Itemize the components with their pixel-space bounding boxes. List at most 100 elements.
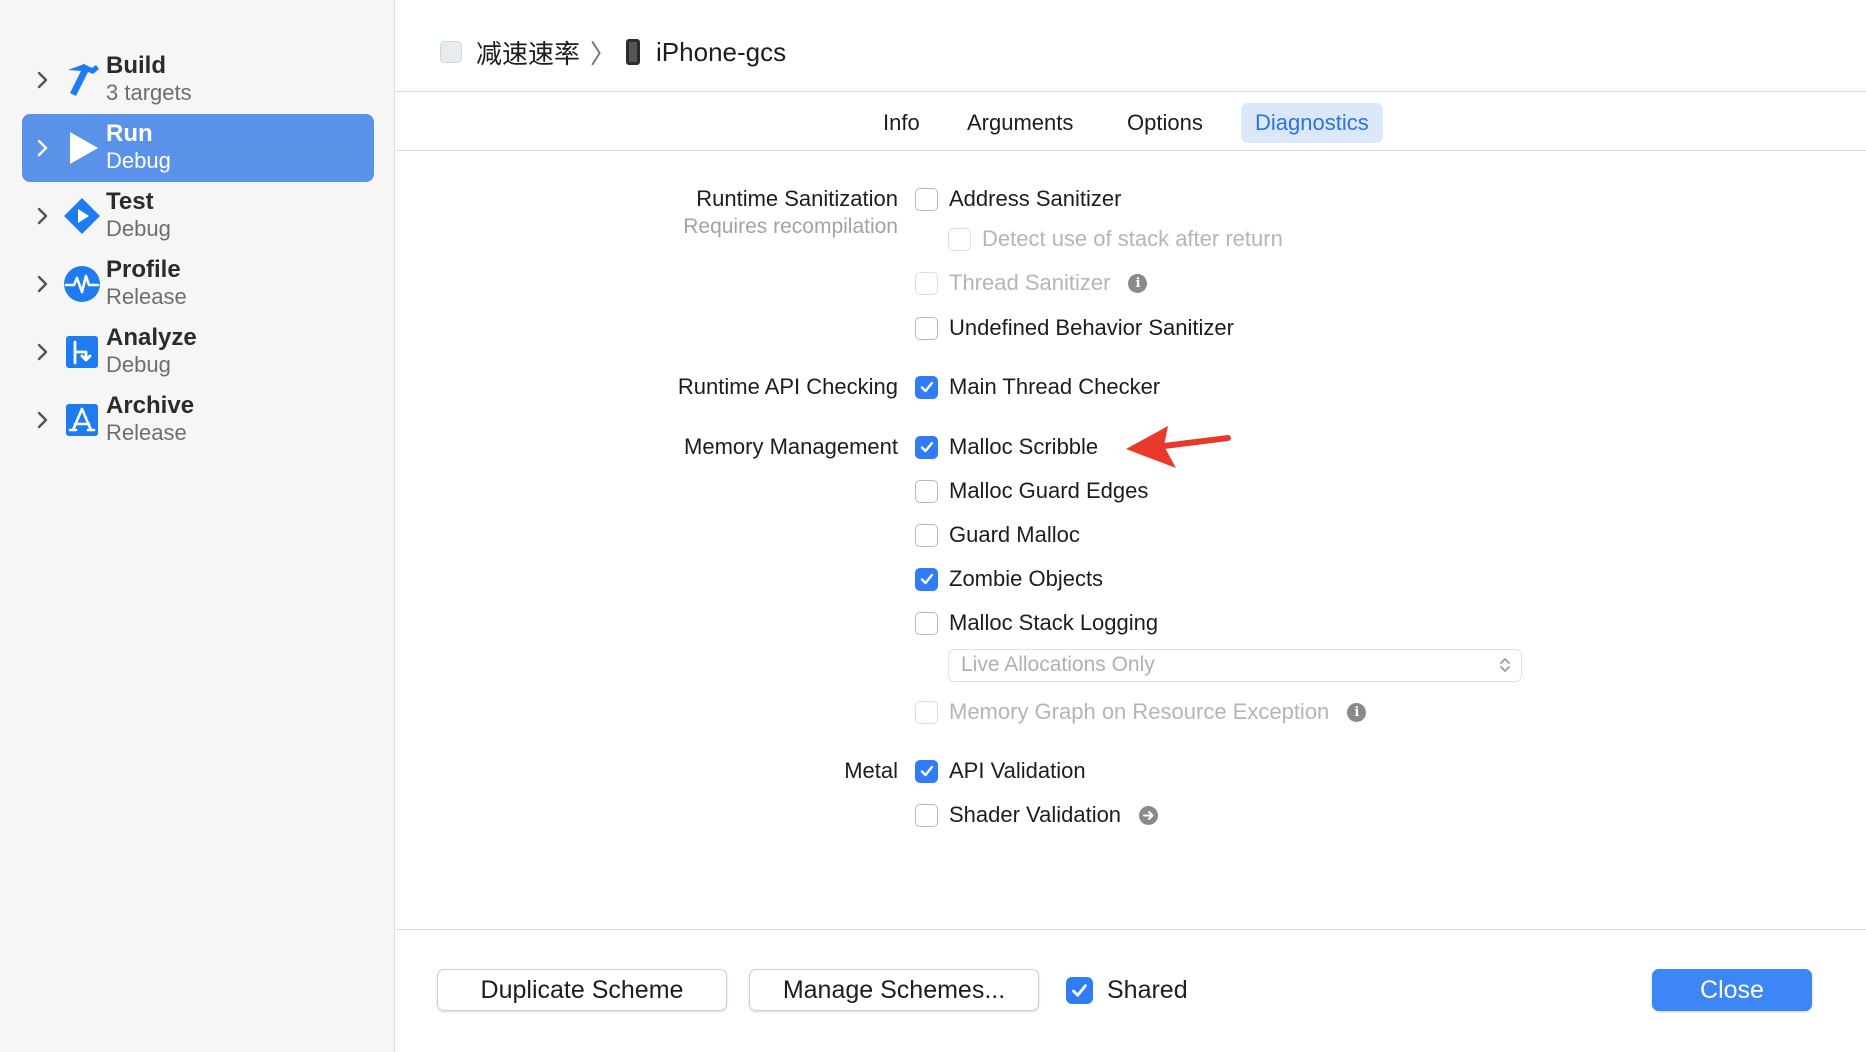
sidebar-item-subtitle: Release [106,284,187,309]
checkmark-icon [920,381,933,393]
info-icon[interactable]: i [1347,702,1367,722]
project-icon [440,41,462,63]
option-label: Memory Graph on Resource Exception [949,699,1330,724]
chevron-right-icon[interactable] [30,408,54,432]
checkmark-icon [920,573,933,585]
option-label: Guard Malloc [949,522,1080,547]
archive-appstore-icon [60,398,104,442]
info-icon[interactable]: i [1128,273,1148,293]
tab-arguments[interactable]: Arguments [953,103,1087,143]
option-guard-malloc[interactable]: Guard Malloc [915,521,1080,549]
checkbox[interactable] [948,227,971,251]
section-label-runtime-sanitization: Runtime Sanitization [696,186,898,211]
section-label-memory-management: Memory Management [684,434,898,459]
option-label: API Validation [949,758,1086,783]
close-button[interactable]: Close [1652,969,1812,1011]
option-malloc-stack-logging[interactable]: Malloc Stack Logging [915,609,1158,637]
option-label: Malloc Scribble [949,434,1099,459]
sidebar-item-subtitle: Debug [106,352,171,377]
option-malloc-guard-edges[interactable]: Malloc Guard Edges [915,477,1148,505]
section-label-runtime-api-checking: Runtime API Checking [677,374,898,399]
chevron-right-icon[interactable] [30,340,54,364]
tab-info[interactable]: Info [869,103,934,143]
option-memory-graph-resource-exception[interactable]: Memory Graph on Resource Exception i [915,698,1367,726]
breadcrumb-device[interactable]: iPhone-gcs [656,37,786,68]
manage-schemes-button[interactable]: Manage Schemes... [749,969,1039,1011]
option-undefined-behavior-sanitizer[interactable]: Undefined Behavior Sanitizer [915,314,1234,342]
waveform-icon [60,262,104,306]
option-malloc-scribble[interactable]: Malloc Scribble [915,433,1098,461]
checkbox[interactable] [915,479,938,503]
option-thread-sanitizer[interactable]: Thread Sanitizer i [915,269,1148,297]
option-label: Thread Sanitizer [949,270,1111,295]
hammer-icon [60,58,104,102]
chevron-right-icon[interactable] [30,272,54,296]
checkbox-checked[interactable] [1066,976,1093,1004]
breadcrumb: 减速速率 〉 iPhone-gcs [440,30,786,74]
checkbox-checked[interactable] [915,435,938,459]
sidebar-item-subtitle: Release [106,420,187,445]
sidebar-item-subtitle: Debug [106,216,171,241]
header-divider [396,91,1866,92]
sidebar-item-analyze[interactable]: Analyze Debug [22,318,374,386]
duplicate-scheme-button[interactable]: Duplicate Scheme [437,969,727,1011]
checkbox[interactable] [915,316,938,340]
chevron-right-icon[interactable] [30,204,54,228]
option-label: Undefined Behavior Sanitizer [949,315,1234,340]
tab-options[interactable]: Options [1113,103,1217,143]
option-address-sanitizer[interactable]: Address Sanitizer [915,185,1121,213]
updown-chevron-icon [1500,658,1510,672]
sidebar-item-title: Archive [106,392,195,419]
footer-divider [396,929,1866,930]
checkbox[interactable] [915,523,938,547]
iphone-device-icon [626,39,641,65]
option-zombie-objects[interactable]: Zombie Objects [915,565,1103,593]
option-main-thread-checker[interactable]: Main Thread Checker [915,373,1160,401]
select-value: Live Allocations Only [961,653,1155,676]
shared-checkbox-option[interactable]: Shared [1066,974,1188,1006]
stack-logging-mode-select[interactable]: Live Allocations Only [948,649,1522,682]
checkbox-checked[interactable] [915,567,938,591]
sidebar-item-subtitle: Debug [106,148,171,173]
sidebar-item-title: Analyze [106,324,197,351]
checkmark-icon [920,441,933,453]
section-sublabel-requires-recompilation: Requires recompilation [683,215,898,238]
section-label-metal: Metal [844,758,898,783]
checkbox[interactable] [915,187,938,211]
breadcrumb-project[interactable]: 减速速率 [476,34,580,71]
tab-diagnostics[interactable]: Diagnostics [1241,103,1383,143]
checkmark-icon [920,765,933,777]
sidebar-item-title: Test [106,188,154,215]
option-label: Malloc Guard Edges [949,478,1149,503]
option-label: Shader Validation [949,802,1122,827]
checkbox[interactable] [915,803,938,827]
annotation-arrow-icon [1126,426,1231,468]
checkbox[interactable] [915,271,938,295]
checkmark-icon [1072,983,1087,997]
analyze-icon [60,330,104,374]
navigate-arrow-icon[interactable] [1139,805,1159,825]
checkbox-checked[interactable] [915,759,938,783]
option-label: Address Sanitizer [949,186,1122,211]
option-label: Main Thread Checker [949,374,1161,399]
sidebar-item-archive[interactable]: Archive Release [22,386,374,454]
option-detect-stack-after-return[interactable]: Detect use of stack after return [948,225,1283,253]
scheme-action-sidebar: Build 3 targets Run Debug Test Debug Pro… [0,0,395,1052]
checkbox[interactable] [915,700,938,724]
test-diamond-icon [60,194,104,238]
sidebar-item-profile[interactable]: Profile Release [22,250,374,318]
tabs-divider [396,150,1866,151]
chevron-right-icon[interactable] [30,68,54,92]
checkbox[interactable] [915,611,938,635]
checkbox-checked[interactable] [915,375,938,399]
option-label: Zombie Objects [949,566,1104,591]
option-shader-validation[interactable]: Shader Validation [915,801,1159,829]
sidebar-item-test[interactable]: Test Debug [22,182,374,250]
option-label: Detect use of stack after return [982,226,1283,251]
sidebar-item-title: Build [106,52,166,79]
breadcrumb-separator: 〉 [590,38,617,69]
shared-label: Shared [1107,975,1188,1004]
option-api-validation[interactable]: API Validation [915,757,1086,785]
tab-bar: Info Arguments Options Diagnostics [0,103,1866,143]
sidebar-item-title: Profile [106,256,181,283]
